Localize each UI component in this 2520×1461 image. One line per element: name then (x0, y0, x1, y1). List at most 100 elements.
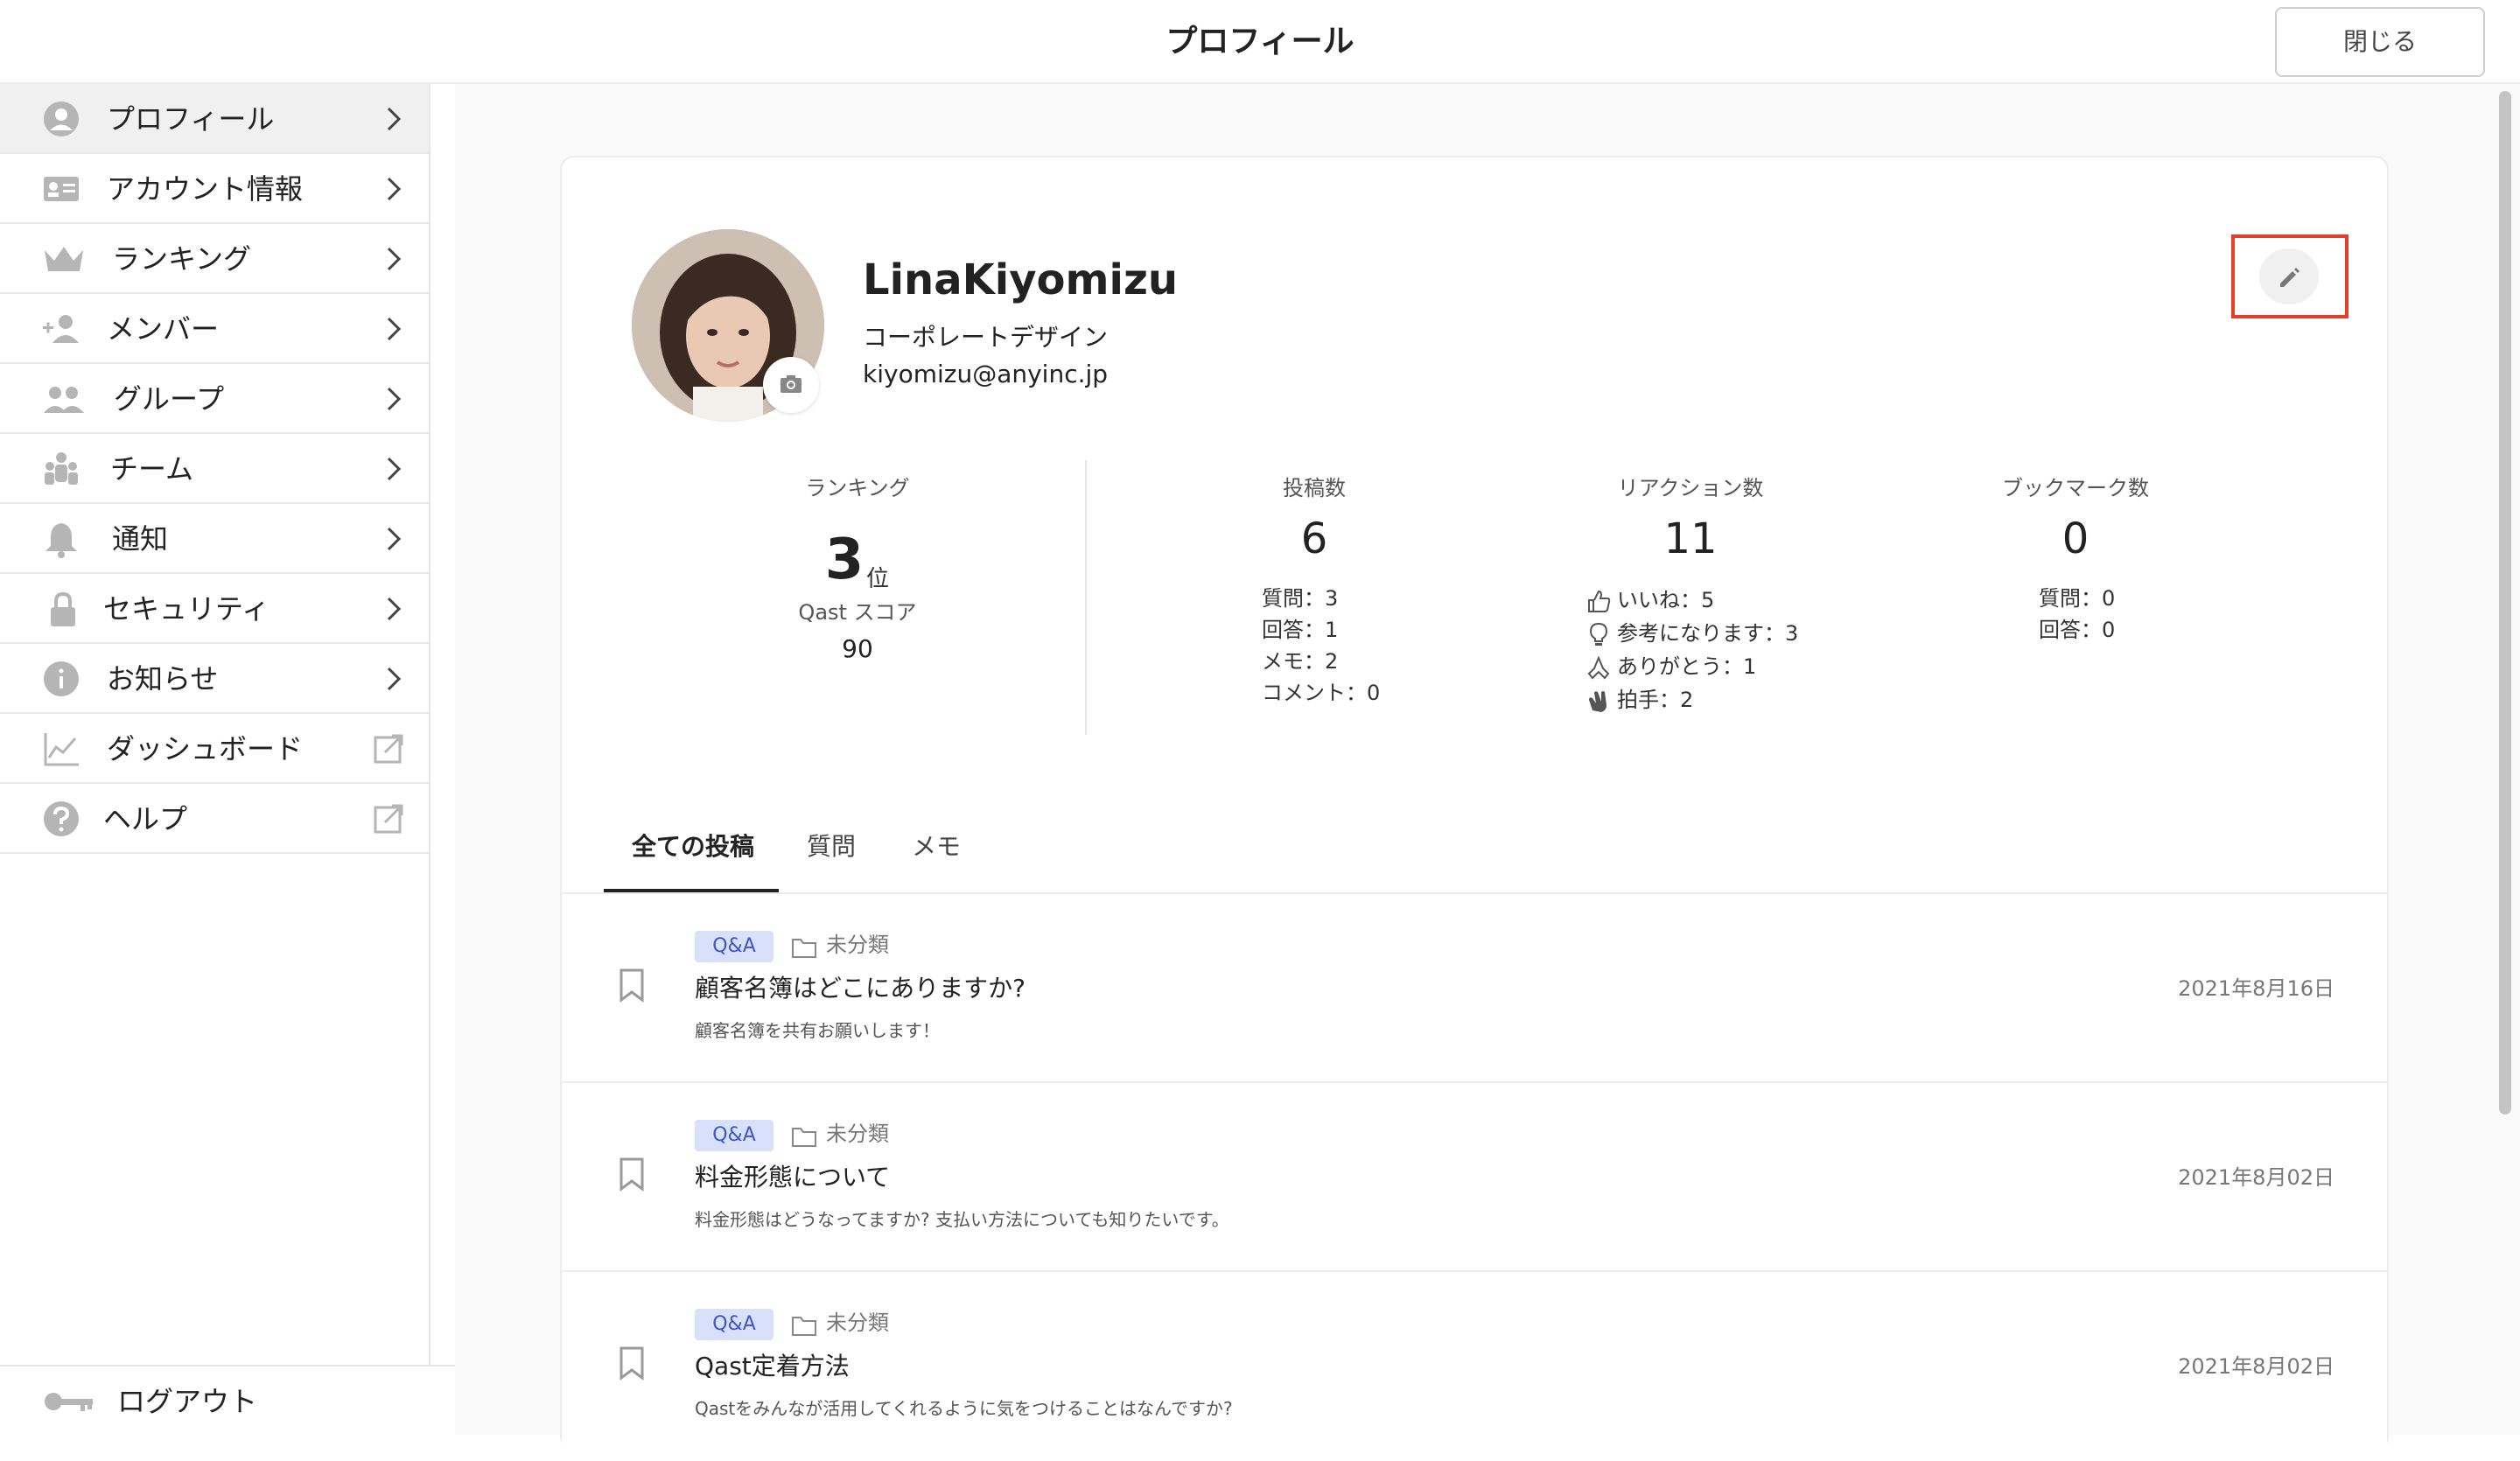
post-category: 未分類 (826, 1122, 889, 1146)
header: プロフィール 閉じる (0, 0, 2520, 84)
sidebar-item-help[interactable]: ヘルプ (0, 784, 429, 854)
post-category: 未分類 (826, 933, 889, 957)
scrollbar-thumb[interactable] (2499, 91, 2511, 1115)
reaction-helpful: 参考になります：3 (1586, 618, 1798, 649)
edit-profile-button[interactable] (2259, 248, 2319, 304)
crown-icon (45, 247, 83, 271)
post-excerpt: Qastをみんなが活用してくれるように気をつけることはなんですか? (695, 1398, 1233, 1419)
line-chart-icon (44, 733, 79, 766)
reaction-clap: 拍手：2 (1586, 684, 1693, 716)
key-icon (45, 1393, 93, 1411)
post-title[interactable]: Qast定着方法 (695, 1349, 850, 1384)
ranking-suffix: 位 (866, 566, 890, 592)
sidebar-item-notifications[interactable]: 通知 (0, 504, 429, 574)
reaction-helpful-label: 参考になります：3 (1617, 621, 1799, 646)
sidebar-item-label: 通知 (112, 522, 169, 556)
reaction-like: いいね：5 (1586, 584, 1714, 616)
help-icon (44, 801, 79, 836)
post-title[interactable]: 料金形態について (695, 1160, 890, 1195)
post-type-badge: Q&A (695, 1309, 774, 1340)
bookmark-icon[interactable] (618, 968, 646, 1003)
clapping-hands-icon (1589, 691, 1606, 712)
logout-label: ログアウト (117, 1385, 258, 1418)
add-user-icon (43, 315, 79, 343)
sidebar: プロフィール アカウント情報 ランキング メンバー グループ チーム 通知 セキ… (0, 84, 430, 1435)
team-icon (45, 452, 78, 485)
sidebar-item-label: セキュリティ (103, 592, 270, 626)
post-excerpt: 料金形態はどうなってますか? 支払い方法についても知りたいです。 (695, 1209, 1229, 1230)
sidebar-item-members[interactable]: メンバー (0, 294, 429, 364)
reaction-like-label: いいね：5 (1617, 588, 1715, 612)
post-date: 2021年8月02日 (2178, 1354, 2334, 1379)
reaction-thanks-label: ありがとう：1 (1617, 654, 1757, 679)
chevron-right-icon (387, 387, 402, 411)
external-link-icon (374, 804, 403, 834)
sidebar-item-label: メンバー (107, 312, 220, 346)
reactions-count-label: リアクション数 (1617, 476, 1764, 500)
sidebar-item-label: ダッシュボード (107, 732, 304, 765)
sidebar-item-label: お知らせ (107, 662, 219, 696)
post-excerpt: 顧客名簿を共有お願いします！ (695, 1020, 940, 1041)
reaction-clap-label: 拍手：2 (1617, 688, 1694, 712)
posts-breakdown-line: コメント：0 (1262, 681, 1381, 705)
post-type-badge: Q&A (695, 1120, 774, 1151)
stat-divider (1085, 460, 1087, 735)
chevron-right-icon (387, 317, 402, 341)
post-item[interactable]: Q&A 未分類 顧客名簿はどこにありますか? 顧客名簿を共有お願いします！ 20… (562, 894, 2387, 1083)
post-title[interactable]: 顧客名簿はどこにありますか? (695, 971, 1026, 1006)
sidebar-item-ranking[interactable]: ランキング (0, 224, 429, 294)
posts-breakdown-line: メモ：2 (1262, 649, 1339, 674)
bookmarks-count-value: 0 (2062, 514, 2090, 563)
folder-icon (792, 1317, 816, 1336)
external-link-icon (374, 734, 403, 764)
reaction-thanks: ありがとう：1 (1586, 651, 1756, 682)
post-type-badge: Q&A (695, 931, 774, 962)
chevron-right-icon (387, 667, 402, 691)
posts-breakdown-line: 回答：1 (1262, 618, 1339, 642)
camera-icon (780, 375, 802, 393)
ranking-label: ランキング (805, 476, 910, 500)
sidebar-item-account[interactable]: アカウント情報 (0, 154, 429, 224)
chevron-right-icon (387, 597, 402, 621)
bookmark-icon[interactable] (618, 1157, 646, 1192)
sidebar-item-profile[interactable]: プロフィール (0, 84, 429, 154)
logout-button[interactable]: ログアウト (0, 1365, 455, 1435)
post-item[interactable]: Q&A 未分類 料金形態について 料金形態はどうなってますか? 支払い方法につい… (562, 1083, 2387, 1272)
sidebar-item-label: アカウント情報 (107, 172, 304, 206)
sidebar-item-groups[interactable]: グループ (0, 364, 429, 434)
tab-memos[interactable]: メモ (912, 828, 961, 866)
change-photo-button[interactable] (763, 357, 819, 413)
posts-count-value: 6 (1300, 514, 1328, 563)
info-icon (44, 661, 79, 696)
post-category: 未分類 (826, 1311, 889, 1335)
tab-questions[interactable]: 質問 (807, 828, 856, 866)
chevron-right-icon (387, 457, 402, 481)
lightbulb-icon (1589, 622, 1608, 646)
post-date: 2021年8月02日 (2178, 1165, 2334, 1190)
sidebar-item-label: ランキング (112, 242, 252, 276)
sidebar-item-dashboard[interactable]: ダッシュボード (0, 714, 429, 784)
folder-icon (792, 939, 816, 958)
sidebar-item-label: プロフィール (107, 102, 275, 136)
group-icon (44, 387, 84, 413)
praying-hands-icon (1587, 655, 1610, 680)
score-label: Qast スコア (798, 600, 917, 625)
posts-count-label: 投稿数 (1283, 476, 1346, 500)
sidebar-item-label: チーム (110, 452, 194, 486)
id-card-icon (44, 177, 79, 201)
bookmark-icon[interactable] (618, 1346, 646, 1381)
bookmarks-breakdown-line: 回答：0 (2039, 618, 2116, 642)
close-button[interactable]: 閉じる (2275, 7, 2485, 77)
scrollbar[interactable] (2494, 84, 2520, 1435)
sidebar-item-team[interactable]: チーム (0, 434, 429, 504)
sidebar-item-announcements[interactable]: お知らせ (0, 644, 429, 714)
profile-email: kiyomizu@anyinc.jp (863, 360, 1109, 388)
posts-breakdown-line: 質問：3 (1262, 586, 1339, 611)
post-item[interactable]: Q&A 未分類 Qast定着方法 Qastをみんなが活用してくれるように気をつけ… (562, 1272, 2387, 1461)
thumbs-up-icon (1588, 590, 1611, 612)
profile-department: コーポレートデザイン (863, 323, 1109, 352)
chevron-right-icon (387, 107, 402, 131)
sidebar-item-security[interactable]: セキュリティ (0, 574, 429, 644)
tab-all-posts[interactable]: 全ての投稿 (632, 828, 754, 866)
user-circle-icon (44, 101, 79, 136)
